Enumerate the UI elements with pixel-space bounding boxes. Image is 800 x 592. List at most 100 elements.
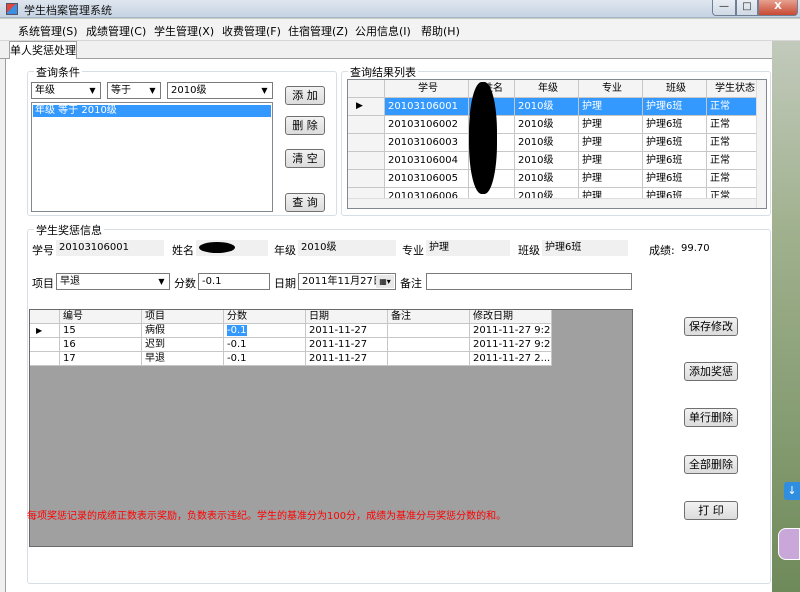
remark-input[interactable] [426,273,632,290]
print-button[interactable]: 打 印 [684,501,738,520]
records-cell[interactable] [388,352,470,366]
results-cell[interactable]: 护理6班 [643,116,707,134]
item-select[interactable]: 早退 ▼ [56,273,170,290]
condition-list[interactable]: 年级 等于 2010级 [31,102,273,212]
menu-students[interactable]: 学生管理(X) [154,23,214,39]
delete-condition-button[interactable]: 删 除 [285,116,325,135]
results-column-header[interactable]: 班级 [643,80,707,98]
menu-help[interactable]: 帮助(H) [421,23,460,39]
results-row-header[interactable] [348,170,385,188]
clear-conditions-button[interactable]: 清 空 [285,149,325,168]
calendar-icon[interactable]: ▦▾ [376,275,394,288]
results-cell[interactable]: 护理 [579,170,643,188]
maximize-button[interactable]: □ [736,0,758,16]
records-cell[interactable]: 2011-11-27 9:27 [470,324,552,338]
results-horizontal-scrollbar[interactable] [348,198,756,208]
records-cell[interactable] [388,324,470,338]
results-column-header[interactable]: 专业 [579,80,643,98]
results-vertical-scrollbar[interactable] [756,80,766,208]
results-column-header[interactable]: 学生状态 [707,80,761,98]
results-cell[interactable]: 正常 [707,98,761,116]
results-cell[interactable]: 护理 [579,134,643,152]
results-cell[interactable]: 20103106003 [385,134,469,152]
results-column-header[interactable]: 年级 [515,80,579,98]
results-cell[interactable]: 正常 [707,134,761,152]
records-cell[interactable]: 2011-11-27 [306,338,388,352]
results-row-header[interactable] [348,116,385,134]
records-cell[interactable]: 16 [60,338,142,352]
results-cell[interactable]: 正常 [707,170,761,188]
records-cell[interactable]: 2011-11-27 9:29 [470,338,552,352]
results-cell[interactable]: 2010级 [515,152,579,170]
results-cell[interactable]: 20103106002 [385,116,469,134]
add-condition-button[interactable]: 添 加 [285,86,325,105]
results-row-header[interactable] [348,134,385,152]
results-cell[interactable]: 20103106005 [385,170,469,188]
results-cell[interactable]: 正常 [707,152,761,170]
records-cell[interactable]: 17 [60,352,142,366]
query-button[interactable]: 查 询 [285,193,325,212]
records-row-header[interactable] [30,352,60,366]
results-row-header[interactable]: ▶ [348,98,385,116]
records-row-header[interactable] [30,338,60,352]
minimize-button[interactable]: — [712,0,736,16]
results-cell[interactable]: 2010级 [515,170,579,188]
active-cell-text[interactable]: -0.1 [227,325,247,336]
menu-common-info[interactable]: 公用信息(I) [355,23,411,39]
results-row-header[interactable] [348,152,385,170]
records-cell[interactable]: 2011-11-27 [306,324,388,338]
records-cell[interactable]: 15 [60,324,142,338]
results-grid[interactable]: 学号 姓名 年级 专业 班级 学生状态 ▶ 20103106001 2010级 护理 护理6班 正常 2… [347,79,767,209]
records-cell[interactable]: 病假 [142,324,224,338]
records-column-header[interactable]: 修改日期 [470,310,552,324]
records-cell[interactable] [388,338,470,352]
records-column-header[interactable]: 项目 [142,310,224,324]
menu-grades[interactable]: 成绩管理(C) [86,23,146,39]
results-cell[interactable]: 护理6班 [643,98,707,116]
save-changes-button[interactable]: 保存修改 [684,317,738,336]
menu-dorm[interactable]: 住宿管理(Z) [288,23,348,39]
value-select[interactable]: 2010级 ▼ [167,82,273,99]
download-arrow-icon[interactable]: ↓ [784,482,800,500]
records-cell[interactable]: -0.1 [224,338,306,352]
results-cell[interactable]: 20103106001 [385,98,469,116]
records-column-header[interactable]: 备注 [388,310,470,324]
results-cell[interactable]: 护理6班 [643,152,707,170]
query-conditions-title: 查询条件 [34,64,82,80]
results-cell[interactable]: 正常 [707,116,761,134]
results-column-header[interactable]: 学号 [385,80,469,98]
results-cell[interactable]: 护理 [579,116,643,134]
results-cell[interactable]: 2010级 [515,134,579,152]
delete-all-button[interactable]: 全部删除 [684,455,738,474]
results-cell[interactable]: 护理 [579,98,643,116]
results-cell[interactable]: 2010级 [515,98,579,116]
records-column-header[interactable]: 编号 [60,310,142,324]
records-cell[interactable]: -0.1 [224,352,306,366]
operator-select[interactable]: 等于 ▼ [107,82,161,99]
records-cell[interactable]: -0.1 [224,324,306,338]
date-picker[interactable]: 2011年11月27日 ▦▾ [298,273,396,290]
results-cell[interactable]: 护理6班 [643,170,707,188]
menu-fees[interactable]: 收费管理(F) [222,23,281,39]
records-column-header[interactable]: 日期 [306,310,388,324]
records-cell[interactable]: 早退 [142,352,224,366]
records-cell[interactable]: 2011-11-27 2... [470,352,552,366]
results-cell[interactable]: 护理6班 [643,134,707,152]
side-app-icon[interactable] [778,528,800,560]
results-cell[interactable]: 2010级 [515,116,579,134]
menu-system[interactable]: 系统管理(S) [18,23,78,39]
field-select[interactable]: 年级 ▼ [31,82,101,99]
records-column-header[interactable]: 分数 [224,310,306,324]
close-button[interactable]: X [758,0,798,16]
records-row-header[interactable]: ▶ [30,324,60,338]
points-input[interactable]: -0.1 [198,273,270,290]
app-icon [6,3,18,15]
tab-single-reward-penalty[interactable]: 单人奖惩处理 [9,41,77,60]
records-cell[interactable]: 迟到 [142,338,224,352]
delete-row-button[interactable]: 单行删除 [684,408,738,427]
results-cell[interactable]: 护理 [579,152,643,170]
condition-list-item[interactable]: 年级 等于 2010级 [33,105,271,117]
add-reward-penalty-button[interactable]: 添加奖惩 [684,362,738,381]
records-cell[interactable]: 2011-11-27 [306,352,388,366]
results-cell[interactable]: 20103106004 [385,152,469,170]
